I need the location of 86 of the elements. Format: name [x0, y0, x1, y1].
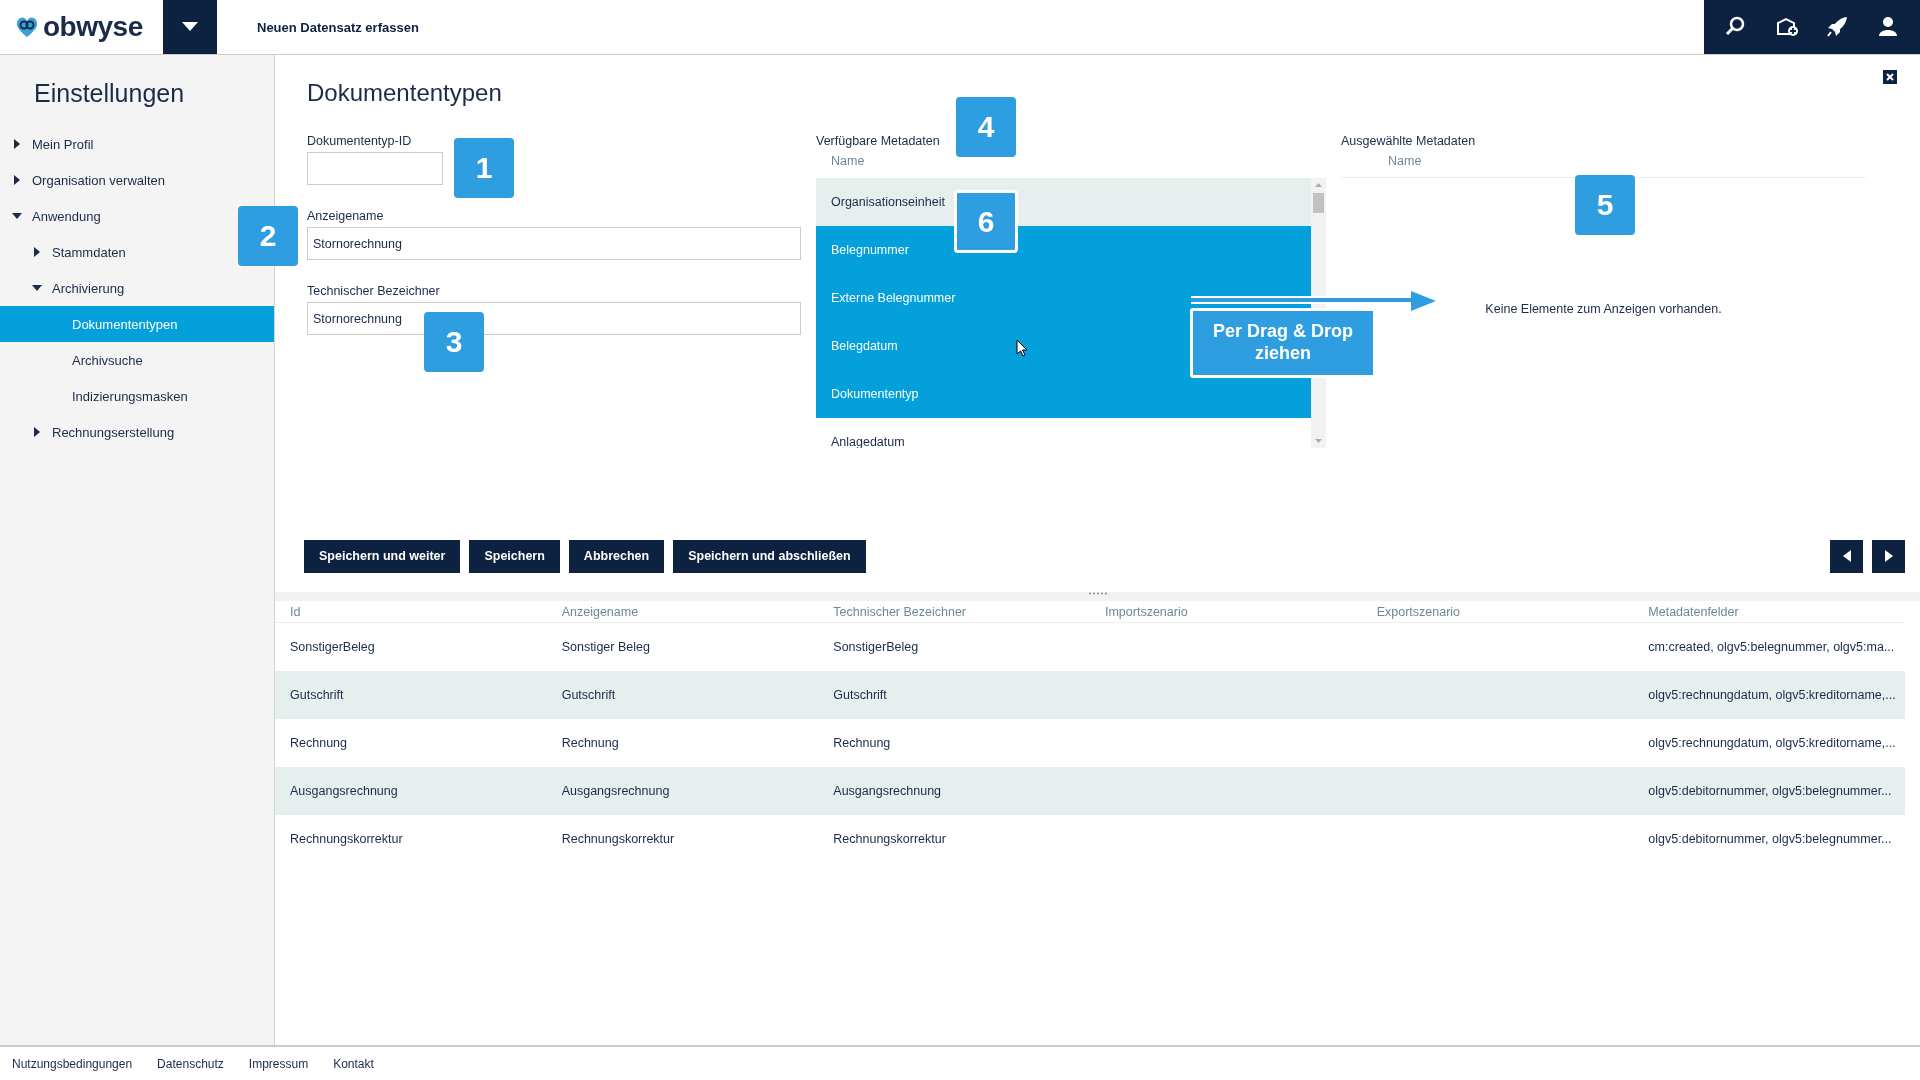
callout-label: Per Drag & Drop ziehen — [1190, 308, 1376, 378]
sidebar-title: Einstellungen — [33, 79, 186, 108]
number-badge: 2 — [238, 206, 298, 266]
table-cell-text: Gutschrift — [560, 688, 617, 702]
logo-text: obwyse — [43, 11, 143, 43]
input-field[interactable]: Stornorechnung — [307, 227, 801, 260]
page-heading: Neuen Datensatz erfassen — [257, 19, 419, 35]
column-header[interactable]: Importszenario — [1090, 604, 1362, 619]
empty-message: Keine Elemente zum Anzeigen vorhanden. — [1485, 302, 1722, 316]
table-cell-text: Rechnung — [832, 736, 892, 750]
column-header[interactable]: Anzeigename — [546, 604, 819, 619]
caret-down-icon[interactable] — [12, 211, 22, 221]
table-cell-text: Gutschrift — [289, 688, 345, 702]
caret-right-icon — [1884, 550, 1893, 562]
sidebar-item[interactable]: Archivsuche — [0, 342, 236, 378]
table-cell-text: cm:created, olgv5:belegnummer, olgv5:ma... — [1647, 640, 1896, 654]
table-cell-text: SonstigerBeleg — [289, 640, 376, 654]
number-badge: 4 — [956, 97, 1016, 157]
number-badge: 6 — [954, 190, 1018, 253]
menu-dropdown-button[interactable] — [163, 0, 217, 54]
caret-left-icon — [1842, 550, 1851, 562]
panel-title: Ausgewählte Metadaten — [1341, 134, 1477, 150]
rocket-icon[interactable] — [1826, 16, 1849, 38]
sidebar-item[interactable]: Indizierungsmasken — [0, 378, 236, 414]
column-header[interactable]: Technischer Bezeichner — [818, 604, 1090, 619]
caret-right-icon[interactable] — [32, 247, 42, 257]
field-label: Anzeigename — [307, 209, 385, 223]
sidebar-item[interactable]: Organisation verwalten — [0, 162, 236, 198]
column-header[interactable]: Exportszenario — [1361, 604, 1634, 619]
caret-right-icon[interactable] — [12, 139, 22, 149]
arrow-icon — [1189, 291, 1437, 313]
table-cell-text: Rechnungskorrektur — [832, 832, 947, 846]
footer-link[interactable]: Kontakt — [333, 1056, 374, 1071]
table-cell-text: SonstigerBeleg — [832, 640, 920, 654]
field-label: Dokumententyp-ID — [307, 134, 413, 148]
list-item[interactable]: Anlagedatum — [816, 418, 1311, 448]
column-header[interactable]: Id — [275, 604, 547, 619]
number-badge: 3 — [424, 312, 484, 372]
caret-down-icon[interactable] — [32, 283, 42, 293]
panel-title: Verfügbare Metadaten — [816, 134, 941, 150]
field-label: Technischer Bezeichner — [307, 284, 441, 298]
number-badge: 5 — [1575, 175, 1635, 235]
sidebar-item[interactable]: Archivierung — [0, 270, 236, 306]
table-cell-text: Rechnung — [560, 736, 620, 750]
sidebar-item[interactable]: Stammdaten — [0, 234, 236, 270]
footer-link[interactable]: Impressum — [248, 1056, 309, 1071]
sidebar-item[interactable]: Rechnungserstellung — [0, 414, 236, 450]
action-button[interactable]: Speichern und weiter — [304, 539, 461, 573]
caret-right-icon[interactable] — [32, 427, 42, 437]
action-button[interactable]: Speichern und abschließen — [673, 539, 866, 573]
footer-link[interactable]: Datenschutz — [157, 1056, 224, 1071]
column-header: Name — [830, 153, 866, 170]
heart-logo-icon — [14, 15, 40, 39]
sidebar-item[interactable]: Mein Profil — [0, 126, 236, 162]
cursor-icon — [1016, 339, 1028, 357]
table-cell-text: Rechnungskorrektur — [289, 832, 404, 846]
column-header[interactable]: Metadatenfelder — [1633, 604, 1905, 619]
caret-down-icon — [182, 22, 198, 32]
number-badge: 1 — [454, 138, 514, 198]
table-cell-text: Ausgangsrechnung — [289, 784, 399, 798]
grip-icon[interactable] — [1087, 592, 1108, 595]
table-cell-text: Ausgangsrechnung — [560, 784, 671, 798]
action-button[interactable]: Abbrechen — [568, 539, 665, 573]
page-title: Dokumententypen — [307, 79, 503, 107]
input-field[interactable] — [307, 152, 443, 185]
table-row[interactable]: Ausgangsrechnung Ausgangsrechnung Ausgangsrechnung olgv5:debitornummer, olgv5:belegnummer... — [275, 767, 1905, 815]
table-cell-text: Ausgangsrechnung — [832, 784, 943, 798]
table-cell-text: Rechnungskorrektur — [560, 832, 676, 846]
box-plus-icon[interactable] — [1775, 16, 1798, 38]
previous-button[interactable] — [1830, 539, 1863, 573]
table-cell-text: Sonstiger Beleg — [560, 640, 651, 654]
table-cell-text: Gutschrift — [832, 688, 888, 702]
close-icon[interactable] — [1883, 70, 1897, 84]
next-button[interactable] — [1872, 539, 1905, 573]
table-cell-text: Rechnung — [289, 736, 348, 750]
search-icon[interactable] — [1724, 16, 1747, 38]
user-icon[interactable] — [1877, 16, 1900, 38]
caret-right-icon[interactable] — [12, 175, 22, 185]
footer-link[interactable]: Nutzungsbedingungen — [12, 1056, 133, 1071]
table-row[interactable]: Gutschrift Gutschrift Gutschrift olgv5:rechnungdatum, olgv5:kreditorname,... — [275, 671, 1905, 719]
table-cell-text: olgv5:debitornummer, olgv5:belegnummer... — [1647, 832, 1893, 846]
action-button[interactable]: Speichern — [469, 539, 560, 573]
table-cell-text: olgv5:rechnungdatum, olgv5:kreditorname,... — [1647, 688, 1897, 702]
table-cell-text: olgv5:debitornummer, olgv5:belegnummer... — [1647, 784, 1893, 798]
sidebar-item[interactable]: Anwendung — [0, 198, 236, 234]
table-cell-text: olgv5:rechnungdatum, olgv5:kreditorname,... — [1647, 736, 1897, 750]
